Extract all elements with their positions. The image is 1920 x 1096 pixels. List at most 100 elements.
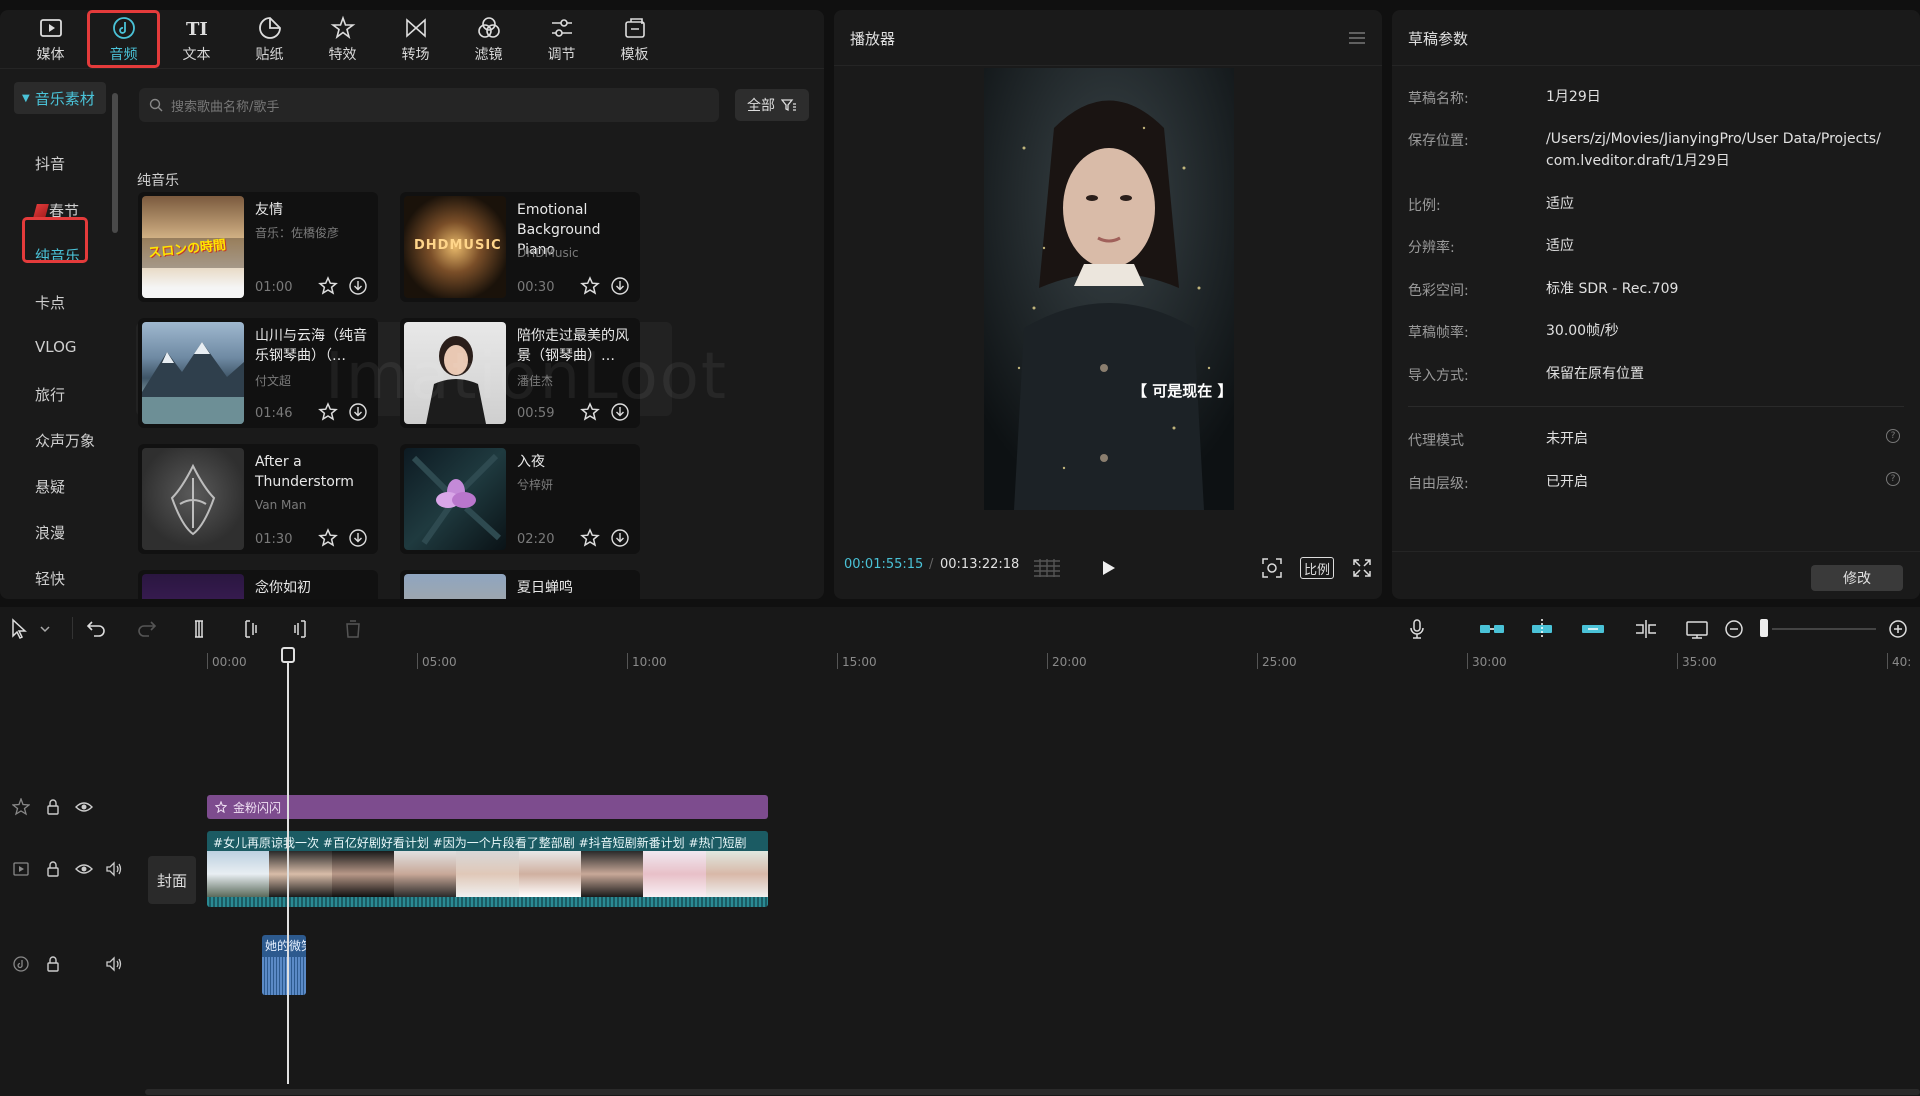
field-label-import-mode: 导入方式: xyxy=(1408,368,1469,384)
grid-view-icon[interactable] xyxy=(1033,558,1061,578)
playhead-handle[interactable] xyxy=(281,647,295,663)
tab-media[interactable]: 媒体 xyxy=(14,10,87,68)
timeline-scrollbar[interactable] xyxy=(145,1089,1920,1095)
favorite-star-icon[interactable] xyxy=(318,276,338,296)
zoom-out-icon[interactable] xyxy=(1722,617,1746,641)
download-icon[interactable] xyxy=(348,528,368,548)
tab-text[interactable]: TI 文本 xyxy=(160,10,233,68)
split-icon[interactable] xyxy=(187,617,211,641)
lock-icon[interactable] xyxy=(44,955,62,973)
effect-clip[interactable]: 金粉闪闪 xyxy=(207,795,768,819)
tab-label: 媒体 xyxy=(36,46,65,63)
tab-effects[interactable]: 特效 xyxy=(306,10,379,68)
ratio-button[interactable]: 比例 xyxy=(1300,557,1334,579)
timeline-preview-icon[interactable] xyxy=(1684,617,1712,641)
music-card[interactable]: 入夜 兮梓妍 02:20 xyxy=(400,444,640,554)
microphone-icon[interactable] xyxy=(1405,617,1429,641)
audio-icon xyxy=(112,16,135,39)
video-preview[interactable]: 【 可是现在 】 xyxy=(984,68,1234,510)
sidebar-item-travel[interactable]: 旅行 xyxy=(35,384,65,405)
tab-filter[interactable]: 滤镜 xyxy=(452,10,525,68)
favorite-star-icon[interactable] xyxy=(580,528,600,548)
sidebar-item-douyin[interactable]: 抖音 xyxy=(35,153,65,174)
music-card[interactable]: After a Thunderstorm Van Man 01:30 xyxy=(138,444,378,554)
tab-template[interactable]: 模板 xyxy=(598,10,671,68)
tool-tabs: 媒体 音频 TI 文本 贴纸 特效 转场 滤镜 调节 模板 xyxy=(0,10,671,68)
sidebar-item-vlog[interactable]: VLOG xyxy=(35,338,77,356)
screenshot-icon[interactable] xyxy=(1261,557,1283,579)
lock-icon[interactable] xyxy=(44,860,62,878)
cover-button[interactable]: 封面 xyxy=(148,856,196,904)
track-duration: 02:20 xyxy=(517,532,555,547)
download-icon[interactable] xyxy=(610,528,630,548)
redo-icon[interactable] xyxy=(135,617,159,641)
speaker-icon[interactable] xyxy=(105,955,123,973)
sidebar-item-suspense[interactable]: 悬疑 xyxy=(35,476,65,497)
sidebar-scrollbar[interactable] xyxy=(112,93,118,233)
tab-audio[interactable]: 音频 xyxy=(87,10,160,68)
playhead-line[interactable] xyxy=(287,649,289,1084)
track-duration: 00:30 xyxy=(517,280,555,295)
video-frame xyxy=(984,68,1234,510)
tab-transition[interactable]: 转场 xyxy=(379,10,452,68)
clip-frame xyxy=(580,851,644,897)
ruler-label: 15:00 xyxy=(842,655,877,669)
tab-label: 转场 xyxy=(401,46,430,63)
field-value-frame-rate: 30.00帧/秒 xyxy=(1546,323,1619,339)
favorite-star-icon[interactable] xyxy=(580,276,600,296)
fullscreen-icon[interactable] xyxy=(1352,558,1372,578)
zoom-slider-track[interactable] xyxy=(1772,628,1876,630)
eye-icon[interactable] xyxy=(75,860,93,878)
select-cursor-icon[interactable] xyxy=(8,617,32,641)
field-value-resolution: 适应 xyxy=(1546,238,1574,254)
audio-clip[interactable]: 她的微笑 xyxy=(262,935,306,995)
tab-label: 滤镜 xyxy=(474,46,503,63)
trim-left-icon[interactable] xyxy=(238,617,262,641)
sidebar-header-music[interactable]: ▼ 音乐素材 xyxy=(14,82,106,114)
firecracker-icon xyxy=(33,204,49,218)
download-icon[interactable] xyxy=(348,276,368,296)
field-label-color-space: 色彩空间: xyxy=(1408,283,1469,299)
zoom-slider-handle[interactable] xyxy=(1760,619,1768,637)
linkage-icon[interactable] xyxy=(1579,617,1607,641)
track-artist: DHDMusic xyxy=(517,246,579,260)
audio-clip-label: 她的微笑 xyxy=(265,939,306,953)
play-icon[interactable] xyxy=(1098,558,1118,578)
help-icon[interactable]: ? xyxy=(1886,472,1900,486)
sidebar-item-beat[interactable]: 卡点 xyxy=(35,292,65,313)
lock-icon[interactable] xyxy=(44,798,62,816)
sidebar-item-voices[interactable]: 众声万象 xyxy=(35,430,95,451)
zoom-in-icon[interactable] xyxy=(1886,617,1910,641)
music-card[interactable]: 夏日蝉鸣 xyxy=(400,570,640,599)
music-card[interactable]: スロンの時間 友情 音乐：佐橋俊彦 01:00 xyxy=(138,192,378,302)
divider xyxy=(1392,65,1920,66)
delete-icon[interactable] xyxy=(341,617,365,641)
field-value-import-mode: 保留在原有位置 xyxy=(1546,366,1644,382)
menu-icon[interactable] xyxy=(1348,30,1366,46)
preview-axis-icon[interactable] xyxy=(1632,617,1660,641)
modify-button[interactable]: 修改 xyxy=(1811,565,1903,591)
sidebar-item-upbeat[interactable]: 轻快 xyxy=(35,568,65,589)
album-cover: DHDMUSIC xyxy=(404,196,506,298)
download-icon[interactable] xyxy=(610,276,630,296)
auto-snap-icon[interactable] xyxy=(1528,617,1556,641)
search-icon xyxy=(149,98,163,112)
eye-icon[interactable] xyxy=(75,798,93,816)
chevron-down-icon[interactable] xyxy=(38,617,52,641)
tab-sticker[interactable]: 贴纸 xyxy=(233,10,306,68)
tab-adjust[interactable]: 调节 xyxy=(525,10,598,68)
filter-button[interactable]: 全部 xyxy=(735,89,809,121)
main-track-magnet-icon[interactable] xyxy=(1478,617,1506,641)
undo-icon[interactable] xyxy=(84,617,108,641)
text-icon: TI xyxy=(186,19,208,40)
speaker-icon[interactable] xyxy=(105,860,123,878)
sidebar-item-romance[interactable]: 浪漫 xyxy=(35,522,65,543)
trim-right-icon[interactable] xyxy=(289,617,313,641)
favorite-star-icon[interactable] xyxy=(318,528,338,548)
help-icon[interactable]: ? xyxy=(1886,429,1900,443)
search-input[interactable]: 搜索歌曲名称/歌手 xyxy=(139,88,719,122)
ruler-tick xyxy=(1467,653,1468,669)
video-clip[interactable]: #女儿再原谅我一次 #百亿好剧好看计划 #因为一个片段看了整部剧 #抖音短剧新番… xyxy=(207,831,768,907)
music-card[interactable]: DHDMUSIC Emotional Background Piano DHDM… xyxy=(400,192,640,302)
music-card[interactable]: 念你如初 xyxy=(138,570,378,599)
